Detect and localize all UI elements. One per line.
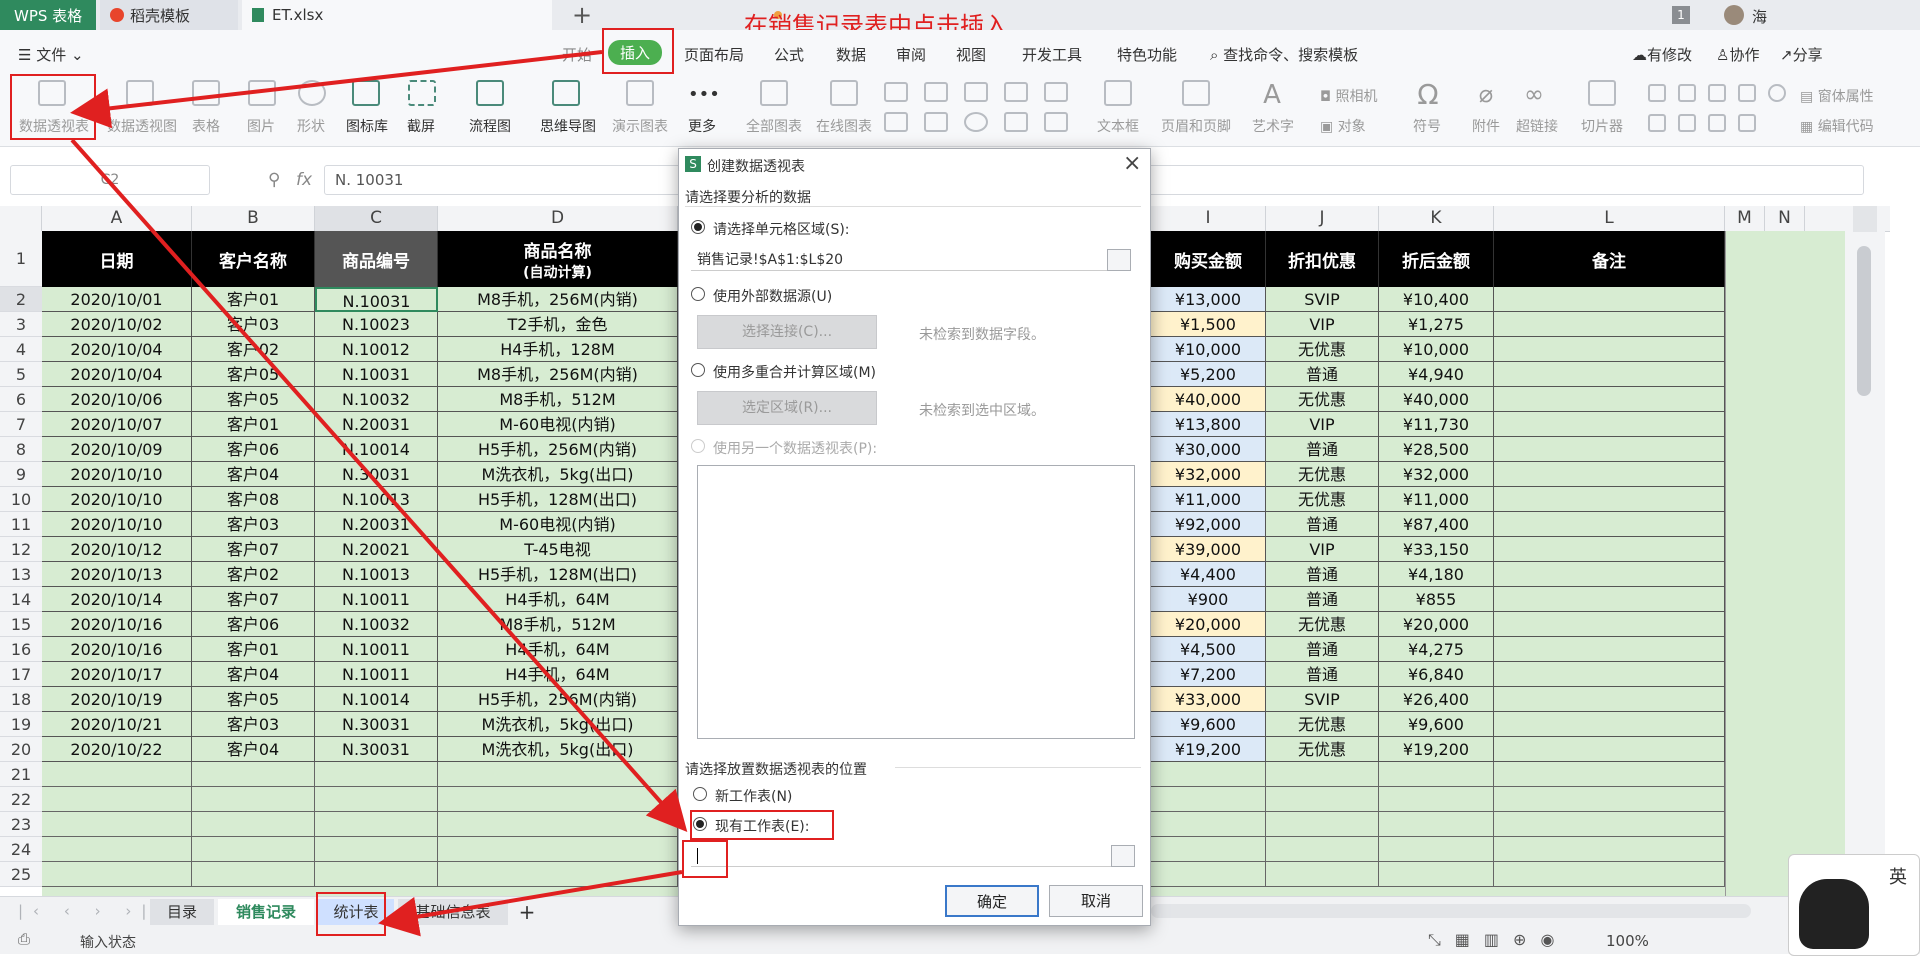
arrow-pivot-to-existing [70, 138, 688, 832]
arrow-insert-to-pivot [70, 50, 603, 129]
annotation-arrows [70, 50, 688, 937]
arrow-input-to-stats [378, 870, 683, 937]
